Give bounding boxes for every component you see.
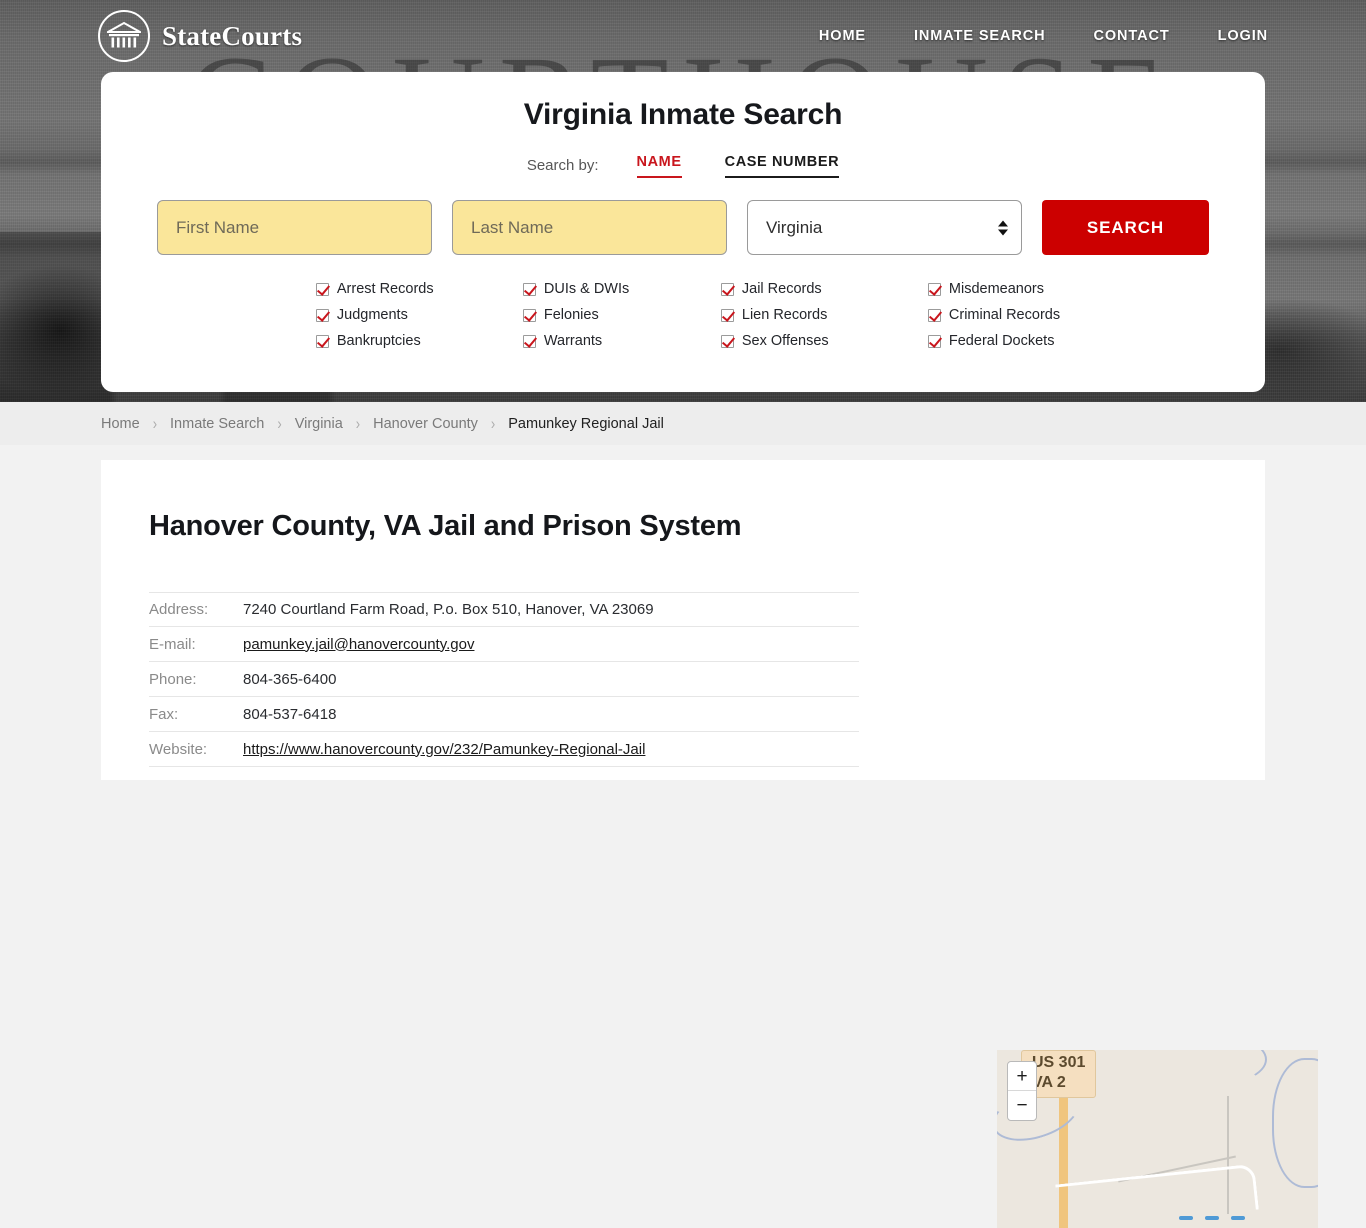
courthouse-circle-icon <box>98 10 150 62</box>
state-select[interactable]: Virginia <box>747 200 1022 255</box>
record-type-label: Sex Offenses <box>741 333 829 349</box>
record-type-label: Misdemeanors <box>948 281 1044 297</box>
record-type-label: Criminal Records <box>948 307 1061 323</box>
checkbox-checked-icon <box>315 282 329 296</box>
first-name-input[interactable] <box>157 200 432 255</box>
record-type-item[interactable]: DUIs & DWIs <box>522 281 721 297</box>
state-select-value[interactable]: Virginia <box>747 200 1022 255</box>
record-type-item[interactable]: Felonies <box>522 307 721 323</box>
breadcrumb-item-hanover-county[interactable]: Hanover County <box>373 416 478 432</box>
detail-value-fax: 804-537-6418 <box>243 705 337 723</box>
record-type-label: DUIs & DWIs <box>543 281 630 297</box>
record-type-item[interactable]: Lien Records <box>720 307 928 323</box>
checkbox-checked-icon <box>720 282 734 296</box>
detail-value-phone: 804-365-6400 <box>243 670 337 688</box>
brand-logo[interactable]: StateCourts <box>98 10 302 62</box>
facility-location-map[interactable]: US 301 VA 2 + − <box>997 1050 1318 1228</box>
record-type-label: Arrest Records <box>336 281 434 297</box>
record-type-item[interactable]: Jail Records <box>720 281 928 297</box>
site-header: StateCourts HOME INMATE SEARCH CONTACT L… <box>0 0 1366 72</box>
chevron-right-icon: › <box>152 414 158 433</box>
inmate-search-card: Virginia Inmate Search Search by: NAME C… <box>101 72 1265 392</box>
detail-row-fax: Fax: 804-537-6418 <box>149 697 859 732</box>
search-fields-row: Virginia SEARCH <box>101 200 1265 255</box>
checkbox-checked-icon <box>720 334 734 348</box>
main-navigation: HOME INMATE SEARCH CONTACT LOGIN <box>819 28 1268 44</box>
tab-case-number[interactable]: CASE NUMBER <box>724 154 840 178</box>
record-type-item[interactable]: Arrest Records <box>315 281 523 297</box>
record-type-label: Lien Records <box>741 307 828 323</box>
record-type-label: Bankruptcies <box>336 333 421 349</box>
detail-label: Website: <box>149 740 208 758</box>
checkbox-checked-icon <box>315 308 329 322</box>
highway-label-line-2: VA 2 <box>1032 1073 1066 1091</box>
map-zoom-in-button[interactable]: + <box>1008 1062 1036 1091</box>
breadcrumb-item-current: Pamunkey Regional Jail <box>508 415 664 432</box>
detail-value-address: 7240 Courtland Farm Road, P.o. Box 510, … <box>243 601 654 618</box>
detail-row-website: Website: https://www.hanovercounty.gov/2… <box>149 732 859 767</box>
record-type-item[interactable]: Federal Dockets <box>927 333 1060 349</box>
breadcrumb-item-inmate-search[interactable]: Inmate Search <box>170 416 264 432</box>
last-name-input[interactable] <box>452 200 727 255</box>
checkbox-checked-icon <box>720 308 734 322</box>
record-type-item[interactable]: Bankruptcies <box>315 333 523 349</box>
record-type-item[interactable]: Criminal Records <box>927 307 1061 323</box>
facility-content-card: Hanover County, VA Jail and Prison Syste… <box>101 460 1318 1228</box>
detail-row-phone: Phone: 804-365-6400 <box>149 662 859 697</box>
brand-name: StateCourts <box>162 20 303 51</box>
record-type-label: Warrants <box>543 333 603 349</box>
nav-item-contact[interactable]: CONTACT <box>1093 28 1169 44</box>
detail-value-website[interactable]: https://www.hanovercounty.gov/232/Pamunk… <box>243 741 645 758</box>
record-type-label: Federal Dockets <box>948 333 1055 349</box>
map-zoom-controls: + − <box>1007 1061 1037 1121</box>
detail-label: E-mail: <box>149 635 196 653</box>
nav-item-login[interactable]: LOGIN <box>1218 28 1268 44</box>
detail-row-address: Address: 7240 Courtland Farm Road, P.o. … <box>149 592 859 627</box>
highway-label-line-1: US 301 <box>1032 1054 1086 1071</box>
checkbox-checked-icon <box>522 334 536 348</box>
checkbox-checked-icon <box>927 308 941 322</box>
search-button[interactable]: SEARCH <box>1042 200 1209 255</box>
record-type-label: Felonies <box>543 307 599 323</box>
nav-item-home[interactable]: HOME <box>819 28 866 44</box>
breadcrumb-item-home[interactable]: Home <box>101 416 140 432</box>
checkbox-checked-icon <box>927 282 941 296</box>
record-type-list: Arrest Records DUIs & DWIs Jail Records … <box>101 281 1265 349</box>
record-type-item[interactable]: Sex Offenses <box>720 333 928 349</box>
checkbox-checked-icon <box>522 308 536 322</box>
search-card-title: Virginia Inmate Search <box>523 98 843 131</box>
record-type-item[interactable]: Warrants <box>522 333 721 349</box>
detail-label: Fax: <box>149 705 179 723</box>
detail-label: Address: <box>149 601 209 618</box>
detail-row-email: E-mail: pamunkey.jail@hanovercounty.gov <box>149 627 859 662</box>
checkbox-checked-icon <box>522 282 536 296</box>
breadcrumb-item-virginia[interactable]: Virginia <box>295 416 343 432</box>
tab-name[interactable]: NAME <box>636 154 682 178</box>
search-by-label: Search by: <box>526 157 599 174</box>
chevron-right-icon: › <box>277 414 282 433</box>
record-type-label: Jail Records <box>741 281 822 297</box>
chevron-right-icon: › <box>490 414 496 433</box>
facility-details-table: Address: 7240 Courtland Farm Road, P.o. … <box>149 592 859 767</box>
nav-item-inmate-search[interactable]: INMATE SEARCH <box>914 28 1045 44</box>
breadcrumb: Home › Inmate Search › Virginia › Hanove… <box>0 402 1366 445</box>
record-type-item[interactable]: Judgments <box>315 307 523 323</box>
chevron-right-icon: › <box>355 414 361 433</box>
map-waterway <box>1272 1058 1318 1188</box>
checkbox-checked-icon <box>927 334 941 348</box>
checkbox-checked-icon <box>315 334 329 348</box>
page-title: Hanover County, VA Jail and Prison Syste… <box>149 510 742 542</box>
search-by-row: Search by: NAME CASE NUMBER <box>101 154 1265 178</box>
map-waterway <box>1147 1050 1267 1087</box>
record-type-label: Judgments <box>336 307 408 323</box>
map-zoom-out-button[interactable]: − <box>1008 1091 1036 1120</box>
map-water-dashes <box>1179 1216 1245 1220</box>
record-type-item[interactable]: Misdemeanors <box>927 281 1060 297</box>
detail-value-email[interactable]: pamunkey.jail@hanovercounty.gov <box>243 636 474 653</box>
detail-label: Phone: <box>149 670 197 688</box>
